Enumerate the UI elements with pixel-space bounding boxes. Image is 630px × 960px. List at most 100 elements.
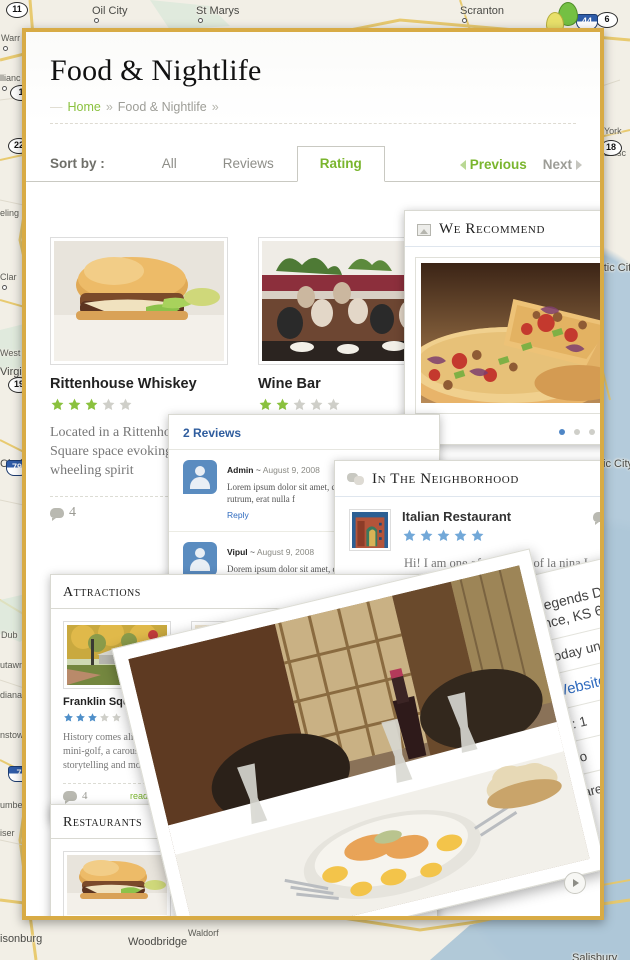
map-city-dot — [198, 18, 203, 23]
map-label: iser — [0, 828, 15, 838]
we-recommend-title: We Recommend — [439, 221, 546, 237]
star-icon — [88, 713, 97, 722]
burger-photo — [54, 241, 224, 361]
review-author: Admin — [227, 465, 254, 475]
map-label: Waldorf — [188, 928, 219, 938]
comment-bubble-icon — [63, 791, 77, 804]
breadcrumb-separator-2: » — [211, 100, 219, 114]
pagination: Previous Next — [459, 157, 582, 172]
star-icon — [102, 398, 115, 410]
tab-reviews[interactable]: Reviews — [200, 146, 297, 182]
listing-title: Rittenhouse Whiskey — [50, 376, 197, 392]
map-label: llianc — [0, 73, 21, 83]
comment-count-value: 4 — [82, 790, 88, 802]
map-label: tic City — [600, 458, 630, 470]
highway-shield: 6 — [596, 12, 618, 28]
star-icon — [403, 529, 416, 541]
map-label: isonburg — [0, 933, 43, 945]
we-recommend-image-frame[interactable] — [403, 257, 600, 415]
neighborhood-thumbnail[interactable] — [349, 509, 391, 551]
map-label: umbe — [0, 800, 23, 810]
restaurant-thumbnail[interactable] — [63, 851, 171, 916]
review-date: August 9, 2008 — [262, 465, 320, 475]
map-label: Clar — [0, 272, 17, 282]
star-icon — [293, 398, 306, 410]
listing-rating — [50, 397, 228, 412]
star-icon — [64, 713, 73, 722]
map-label: West — [0, 348, 21, 358]
star-icon — [471, 529, 484, 541]
neighborhood-title: In The Neighborhood — [372, 471, 519, 487]
next-label: Next — [542, 157, 572, 172]
map-city-dot — [94, 18, 99, 23]
neighborhood-item-name: Italian Restaurant — [402, 509, 512, 524]
previous-button[interactable]: Previous — [459, 157, 527, 172]
review-author: Vipul — [227, 547, 248, 557]
breadcrumb-home-link[interactable]: Home — [68, 100, 101, 114]
star-icon — [85, 398, 98, 410]
chevron-left-icon — [459, 159, 466, 170]
review-meta: Admin ~ August 9, 2008 — [227, 465, 320, 475]
tab-rating[interactable]: Rating — [296, 146, 385, 182]
map-city-dot — [2, 86, 7, 91]
pizza-photo — [403, 263, 600, 415]
map-city-dot — [462, 18, 467, 23]
star-icon — [420, 529, 433, 541]
star-icon — [327, 398, 340, 410]
star-icon — [276, 398, 289, 410]
comment-count-value: 4 — [69, 505, 76, 520]
map-label: Dub — [1, 630, 18, 640]
map-label: Warr — [1, 33, 21, 43]
neighborhood-item[interactable]: Italian Restaurant 5 — [335, 497, 600, 551]
tab-all[interactable]: All — [139, 146, 200, 182]
neighborhood-comment-count[interactable]: 5 — [593, 510, 600, 525]
map-label: Oil City — [92, 5, 128, 17]
avatar — [183, 542, 217, 576]
comment-bubble-icon — [50, 508, 64, 521]
screenshot-root: Oil City St Marys Scranton Warr llianc Clar Yo… — [0, 0, 630, 960]
star-icon — [259, 398, 272, 410]
map-label: diana — [0, 690, 23, 700]
we-recommend-panel: We Recommend — [403, 210, 600, 445]
comment-count[interactable]: 4 — [63, 790, 88, 804]
carousel-dot[interactable] — [589, 429, 595, 435]
review-reply-link[interactable]: Reply — [227, 510, 249, 520]
carousel-next-button[interactable] — [564, 872, 586, 894]
breadcrumb-current: Food & Nightlife — [117, 100, 207, 114]
map-label: Woodbridge — [128, 936, 188, 948]
map-label: St Marys — [196, 5, 240, 17]
main-window: Food & Nightlife — Home » Food & Nightli… — [22, 28, 604, 920]
star-icon — [100, 713, 109, 722]
page-title: Food & Nightlife — [50, 54, 262, 87]
review-date: August 9, 2008 — [256, 547, 315, 557]
burger-photo — [67, 855, 167, 915]
carousel-dot[interactable] — [559, 429, 565, 435]
star-icon — [76, 713, 85, 722]
restaurants-title: Restaurants — [63, 815, 143, 830]
star-icon — [68, 398, 81, 410]
map-label: Salisbury — [572, 952, 618, 960]
attractions-title: Attractions — [63, 585, 141, 600]
neighborhood-header: In The Neighborhood — [335, 461, 600, 497]
breadcrumb-separator: » — [105, 100, 113, 114]
avatar — [183, 460, 217, 494]
restaurant-card[interactable]: Rittenhouse Whiskey Located in a Rittenh… — [63, 851, 171, 916]
reviews-count-title: 2 Reviews — [169, 415, 439, 450]
listing-thumbnail[interactable] — [50, 237, 228, 365]
next-button[interactable]: Next — [543, 157, 582, 172]
sort-bar: Sort by : All Reviews Rating Previous Ne… — [26, 142, 600, 182]
star-icon — [437, 529, 450, 541]
review-dash: ~ — [250, 547, 255, 557]
star-icon — [310, 398, 323, 410]
map-label: nstow — [0, 730, 24, 740]
review-meta: Vipul ~ August 9, 2008 — [227, 547, 314, 557]
carousel-dot[interactable] — [574, 429, 580, 435]
highway-shield: 11 — [6, 2, 28, 18]
chevron-right-icon — [573, 879, 579, 887]
sort-by-label: Sort by : — [50, 156, 105, 171]
star-icon — [119, 398, 132, 410]
chat-icon — [347, 473, 364, 486]
comment-count[interactable]: 4 — [50, 505, 76, 521]
review-dash: ~ — [255, 465, 261, 475]
star-icon — [112, 713, 121, 722]
